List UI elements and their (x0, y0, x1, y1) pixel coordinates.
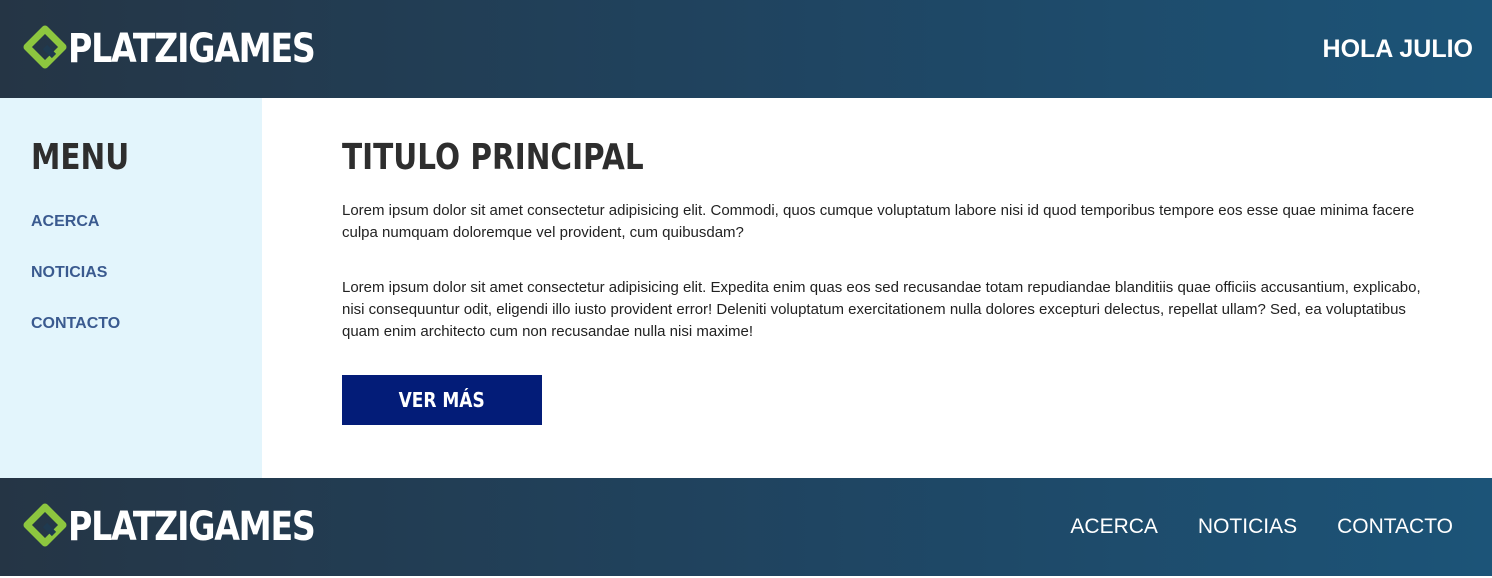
footer-nav: ACERCA NOTICIAS CONTACTO (1070, 515, 1473, 539)
user-greeting: HOLA JULIO (1322, 34, 1473, 63)
page-title: TITULO PRINCIPAL (342, 137, 644, 178)
site-header: PLATZIGAMES HOLA JULIO (0, 0, 1492, 98)
ver-mas-button[interactable]: VER MÁS (342, 375, 542, 425)
footer-link-noticias[interactable]: NOTICIAS (1198, 515, 1297, 539)
ver-mas-label: VER MÁS (398, 388, 486, 412)
sidebar-title: MENU (31, 137, 130, 178)
sidebar-item-acerca[interactable]: ACERCA (31, 212, 262, 263)
paragraph-2: Lorem ipsum dolor sit amet consectetur a… (342, 279, 1421, 340)
site-footer: PLATZIGAMES ACERCA NOTICIAS CONTACTO (0, 478, 1492, 576)
sidebar-item-contacto[interactable]: CONTACTO (31, 314, 262, 365)
sidebar-item-noticias[interactable]: NOTICIAS (31, 263, 262, 314)
page-body: MENU ACERCA NOTICIAS CONTACTO TITULO PRI… (0, 98, 1492, 478)
main-content: TITULO PRINCIPAL Lorem ipsum dolor sit a… (262, 98, 1492, 478)
platzi-logo-icon (23, 25, 67, 69)
footer-link-acerca[interactable]: ACERCA (1070, 515, 1158, 539)
sidebar-nav: ACERCA NOTICIAS CONTACTO (31, 212, 262, 365)
header-brand[interactable]: PLATZIGAMES (23, 0, 365, 98)
brand-name: PLATZIGAMES (68, 26, 316, 72)
footer-link-contacto[interactable]: CONTACTO (1337, 515, 1453, 539)
paragraph-1: Lorem ipsum dolor sit amet consectetur a… (342, 202, 1415, 241)
footer-brand-name: PLATZIGAMES (68, 504, 316, 550)
footer-brand[interactable]: PLATZIGAMES (23, 478, 365, 576)
sidebar: MENU ACERCA NOTICIAS CONTACTO (0, 98, 262, 478)
platzi-logo-icon (23, 503, 67, 547)
